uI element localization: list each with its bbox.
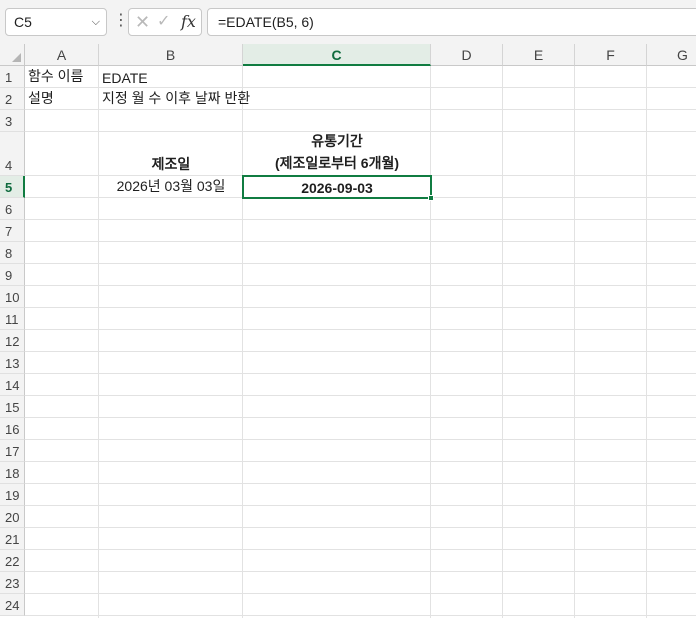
row-header-6[interactable]: 6 — [0, 198, 25, 220]
name-box-value: C5 — [14, 14, 32, 30]
formula-text: =EDATE(B5, 6) — [218, 14, 314, 30]
row-header-4[interactable]: 4 — [0, 132, 25, 176]
cell-c4-line1: 유통기간 — [311, 133, 363, 149]
row-gridline — [25, 483, 696, 484]
row-gridline — [25, 615, 696, 616]
row-gridline — [25, 461, 696, 462]
row-gridline — [25, 571, 696, 572]
row-header-5[interactable]: 5 — [0, 176, 25, 198]
row-gridline — [25, 527, 696, 528]
row-header-3[interactable]: 3 — [0, 110, 25, 132]
row-gridline — [25, 417, 696, 418]
select-all-button[interactable] — [0, 44, 25, 66]
enter-icon[interactable]: ✓ — [157, 9, 170, 35]
row-header-1[interactable]: 1 — [0, 66, 25, 88]
row-gridline — [25, 219, 696, 220]
column-header-g[interactable]: G — [647, 44, 696, 66]
chevron-down-icon[interactable]: ⌵ — [92, 9, 100, 35]
row-gridline — [25, 285, 696, 286]
column-header-d[interactable]: D — [431, 44, 503, 66]
column-header-b[interactable]: B — [99, 44, 243, 66]
row-header-8[interactable]: 8 — [0, 242, 25, 264]
row-gridline — [25, 307, 696, 308]
column-gridline — [502, 66, 503, 618]
formula-bar: C5 ⌵ ⋮ ✕ ✓ fx =EDATE(B5, 6) — [0, 0, 696, 44]
column-header-a[interactable]: A — [25, 44, 99, 66]
row-gridline — [25, 373, 696, 374]
row-header-17[interactable]: 17 — [0, 440, 25, 462]
row-gridline — [25, 439, 696, 440]
row-header-12[interactable]: 12 — [0, 330, 25, 352]
row-gridline — [25, 329, 696, 330]
column-gridline — [574, 66, 575, 618]
row-header-15[interactable]: 15 — [0, 396, 25, 418]
row-header-14[interactable]: 14 — [0, 374, 25, 396]
cancel-icon[interactable]: ✕ — [135, 9, 150, 35]
cell-b2[interactable]: 지정 월 수 이후 날짜 반환 — [99, 88, 253, 110]
row-header-20[interactable]: 20 — [0, 506, 25, 528]
row-header-18[interactable]: 18 — [0, 462, 25, 484]
row-gridline — [25, 549, 696, 550]
row-header-13[interactable]: 13 — [0, 352, 25, 374]
cell-a2[interactable]: 설명 — [25, 88, 57, 110]
row-header-21[interactable]: 21 — [0, 528, 25, 550]
cell-b1[interactable]: EDATE — [99, 66, 151, 88]
row-header-19[interactable]: 19 — [0, 484, 25, 506]
row-header-7[interactable]: 7 — [0, 220, 25, 242]
cell-b4[interactable]: 제조일 — [99, 132, 243, 176]
cell-c4-line2: (제조일로부터 6개월) — [274, 155, 400, 171]
cell-b5[interactable]: 2026년 03월 03일 — [99, 176, 243, 198]
formula-actions: ✕ ✓ fx — [128, 8, 202, 36]
cell-c5[interactable]: 2026-09-03 — [243, 176, 431, 198]
row-header-2[interactable]: 2 — [0, 88, 25, 110]
cell-c4[interactable]: 유통기간 (제조일로부터 6개월) — [243, 132, 431, 176]
row-gridline — [25, 593, 696, 594]
row-header-23[interactable]: 23 — [0, 572, 25, 594]
row-header-9[interactable]: 9 — [0, 264, 25, 286]
spreadsheet-grid: A B C D E F G 1 2 3 4 5 6 7 8 9 10 11 12 13 14 15 16 17 1… — [0, 44, 696, 618]
row-header-11[interactable]: 11 — [0, 308, 25, 330]
fill-handle[interactable] — [428, 195, 434, 201]
row-gridline — [25, 241, 696, 242]
row-header-22[interactable]: 22 — [0, 550, 25, 572]
row-gridline — [25, 505, 696, 506]
row-header-24[interactable]: 24 — [0, 594, 25, 616]
row-header-10[interactable]: 10 — [0, 286, 25, 308]
row-gridline — [25, 351, 696, 352]
row-gridline — [25, 395, 696, 396]
cell-a1[interactable]: 함수 이름 — [25, 66, 86, 88]
column-header-e[interactable]: E — [503, 44, 575, 66]
name-box[interactable]: C5 ⌵ — [5, 8, 107, 36]
column-header-c[interactable]: C — [243, 44, 431, 66]
more-options-icon[interactable]: ⋮ — [113, 8, 129, 36]
column-gridline — [646, 66, 647, 618]
function-icon[interactable]: fx — [181, 9, 196, 35]
row-header-16[interactable]: 16 — [0, 418, 25, 440]
column-header-f[interactable]: F — [575, 44, 647, 66]
row-gridline — [25, 263, 696, 264]
formula-input[interactable]: =EDATE(B5, 6) — [207, 8, 696, 36]
